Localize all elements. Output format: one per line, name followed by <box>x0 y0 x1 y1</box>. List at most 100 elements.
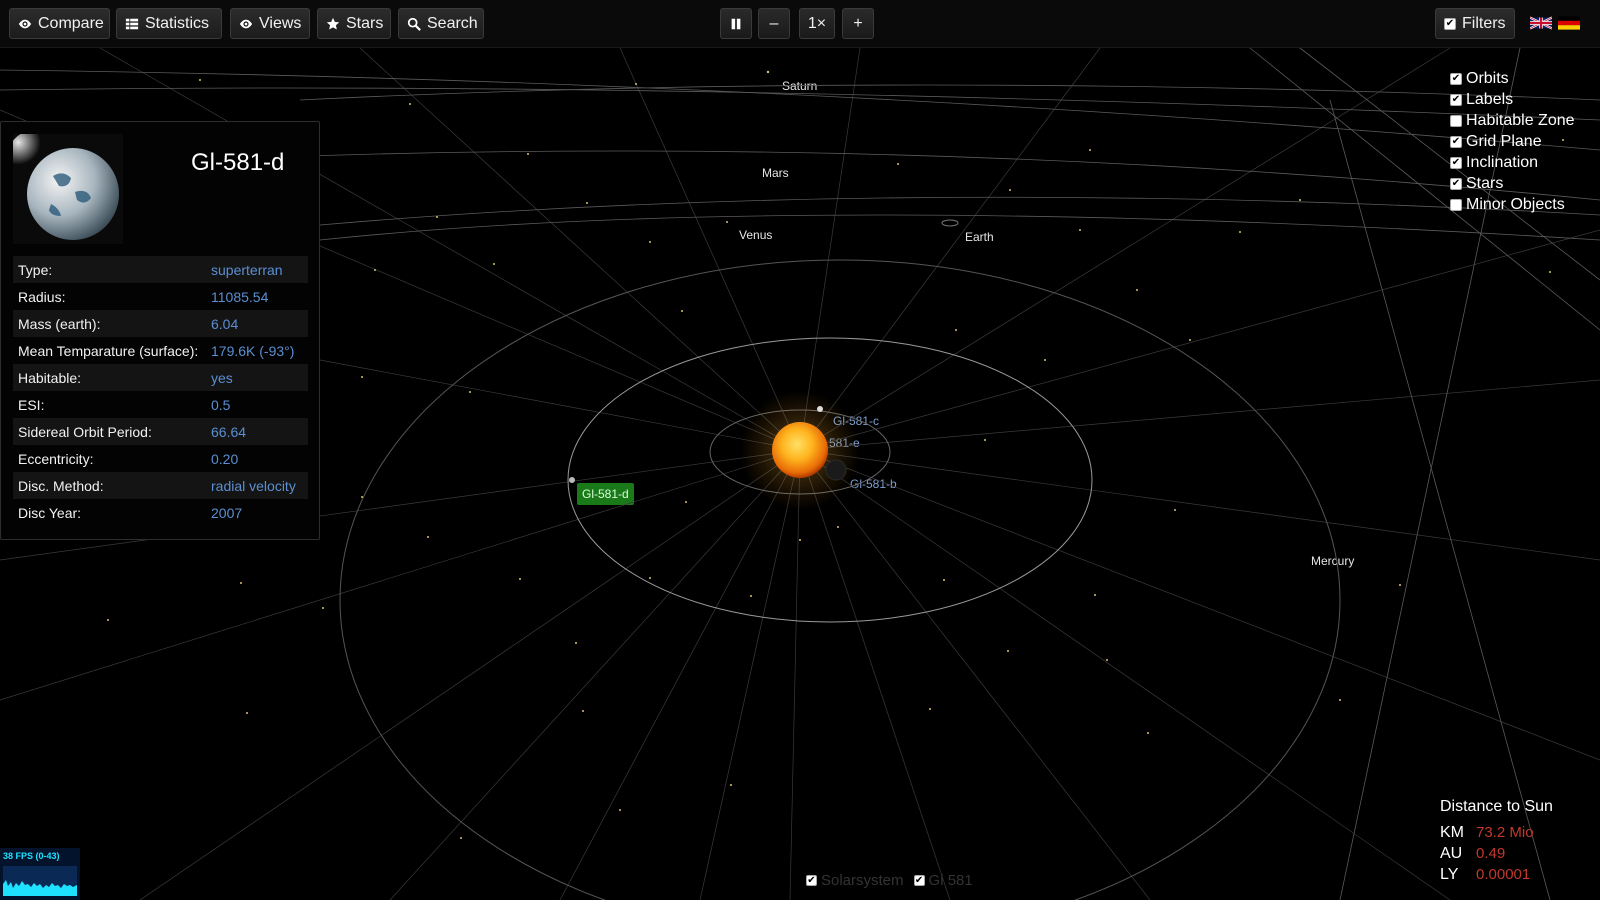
compare-label: Compare <box>38 14 104 32</box>
property-key: Mean Temparature (surface): <box>18 342 199 359</box>
property-value: 0.5 <box>211 396 231 413</box>
distance-row: AU 0.49 <box>1440 843 1553 864</box>
property-row: Radius: 11085.54 <box>13 283 308 310</box>
distance-row: LY 0.00001 <box>1440 864 1553 885</box>
property-row: Type: superterran <box>13 256 308 283</box>
property-key: Type: <box>13 256 206 283</box>
filters-button[interactable]: ✔ Filters <box>1435 8 1515 39</box>
gl581-checkbox[interactable]: ✔ <box>913 875 925 886</box>
distance-row: KM 73.2 Mio <box>1440 822 1553 843</box>
property-key: Disc. Method: <box>13 472 206 499</box>
fps-text: 38 FPS (0-43) <box>3 851 60 861</box>
gl581-label[interactable]: Gl 581 <box>929 872 973 889</box>
planet-properties-table: Type: superterran Radius: 11085.54 Mass (ear… <box>13 256 308 526</box>
property-value: 6.04 <box>206 310 308 337</box>
filter-item[interactable]: ✔ Stars <box>1450 173 1575 194</box>
property-key: Mass (earth): <box>13 310 206 337</box>
property-row: Mass (earth): 6.04 <box>13 310 308 337</box>
property-key: Sidereal Orbit Period: <box>13 418 206 445</box>
planet-gl-581-b[interactable] <box>825 459 847 481</box>
speed-decrease-button[interactable]: – <box>758 8 790 39</box>
star-gl-581[interactable] <box>772 422 828 478</box>
system-toggles: ✔ Solarsystem ✔ Gl 581 <box>806 872 973 889</box>
solarsystem-checkbox[interactable]: ✔ <box>806 875 817 886</box>
distance-value: 0.49 <box>1476 845 1506 862</box>
filter-item[interactable]: ✔ Grid Plane <box>1450 131 1575 152</box>
search-label: Search <box>427 14 478 32</box>
distance-unit: LY <box>1440 865 1459 883</box>
filter-label[interactable]: Labels <box>1466 91 1513 109</box>
property-row: Habitable: yes <box>13 364 308 391</box>
filter-item[interactable]: Minor Objects <box>1450 194 1575 215</box>
pause-icon <box>731 18 741 29</box>
filter-item[interactable]: ✔ Labels <box>1450 89 1575 110</box>
filter-checkbox[interactable]: ✔ <box>1450 72 1462 85</box>
property-value: 0.20 <box>211 450 239 467</box>
german-flag-icon[interactable] <box>1558 16 1580 30</box>
orbits <box>339 219 1341 900</box>
uk-flag-icon[interactable] <box>1530 16 1552 30</box>
filter-checkbox[interactable]: ✔ <box>1450 135 1462 148</box>
property-value: 11085.54 <box>211 288 269 305</box>
pause-button[interactable] <box>720 8 752 39</box>
filter-label[interactable]: Inclination <box>1466 154 1538 172</box>
property-row: Disc. Method: radial velocity <box>13 472 308 499</box>
filter-item[interactable]: ✔ Orbits <box>1450 68 1575 89</box>
filters-label: Filters <box>1462 14 1506 32</box>
speed-value-button[interactable]: 1× <box>799 8 835 39</box>
filter-label[interactable]: Orbits <box>1466 70 1509 88</box>
views-button[interactable]: Views <box>230 8 310 39</box>
filter-label[interactable]: Habitable Zone <box>1466 112 1575 130</box>
fps-graph <box>3 866 77 896</box>
star-icon <box>326 17 340 30</box>
distance-unit: AU <box>1440 844 1463 862</box>
statistics-button[interactable]: Statistics <box>116 8 222 39</box>
filter-checkbox[interactable]: ✔ <box>1450 156 1462 169</box>
planet-name: Gl-581-d <box>191 149 285 176</box>
distance-panel: Distance to Sun KM 73.2 Mio AU 0.49 LY 0.0000… <box>1440 798 1553 885</box>
solarsystem-label[interactable]: Solarsystem <box>821 872 904 889</box>
distance-value: 0.00001 <box>1476 866 1531 883</box>
filters-panel: ✔ Orbits ✔ Labels Habitable Zone ✔ Grid Plane ✔… <box>1450 68 1575 215</box>
property-key: Disc Year: <box>18 504 82 521</box>
property-value: 2007 <box>211 504 243 521</box>
filter-checkbox[interactable]: ✔ <box>1450 93 1462 106</box>
property-key: Radius: <box>18 288 66 305</box>
planet-gl-581-c[interactable] <box>817 406 823 412</box>
property-value: 66.64 <box>206 418 308 445</box>
filter-item[interactable]: ✔ Inclination <box>1450 152 1575 173</box>
filter-label[interactable]: Stars <box>1466 175 1503 193</box>
planet-gl-581-d[interactable] <box>569 477 575 483</box>
property-key: Eccentricity: <box>18 450 94 467</box>
filter-checkbox[interactable]: ✔ <box>1450 177 1462 190</box>
filter-label[interactable]: Grid Plane <box>1466 133 1542 151</box>
search-button[interactable]: Search <box>398 8 484 39</box>
eye-icon <box>239 19 253 28</box>
filter-item[interactable]: Habitable Zone <box>1450 110 1575 131</box>
property-row: Eccentricity: 0.20 <box>13 445 308 472</box>
property-row: Disc Year: 2007 <box>13 499 308 526</box>
distance-title: Distance to Sun <box>1440 798 1553 815</box>
property-value: yes <box>206 364 308 391</box>
filter-label[interactable]: Minor Objects <box>1466 196 1565 214</box>
checkbox-icon: ✔ <box>1444 17 1456 30</box>
views-label: Views <box>259 14 302 32</box>
compare-button[interactable]: Compare <box>9 8 110 39</box>
statistics-label: Statistics <box>145 14 210 32</box>
planet-info-panel: Gl-581-d Type: superterran Radius: 11085.54… <box>0 121 320 540</box>
planet-thumbnail <box>13 134 123 244</box>
property-value: superterran <box>206 256 308 283</box>
property-row: Sidereal Orbit Period: 66.64 <box>13 418 308 445</box>
property-key: Habitable: <box>13 364 206 391</box>
table-icon <box>125 18 139 29</box>
top-toolbar: Compare Statistics Views Stars Search – … <box>0 0 1600 48</box>
stars-button[interactable]: Stars <box>317 8 391 39</box>
property-row: Mean Temparature (surface): 179.6K (-93°) <box>13 337 308 364</box>
distance-value: 73.2 Mio <box>1476 824 1534 841</box>
property-key: ESI: <box>18 396 45 413</box>
fps-monitor: 38 FPS (0-43) <box>0 848 80 900</box>
filter-checkbox[interactable] <box>1450 114 1462 127</box>
filter-checkbox[interactable] <box>1450 198 1462 211</box>
property-row: ESI: 0.5 <box>13 391 308 418</box>
speed-increase-button[interactable]: + <box>842 8 874 39</box>
